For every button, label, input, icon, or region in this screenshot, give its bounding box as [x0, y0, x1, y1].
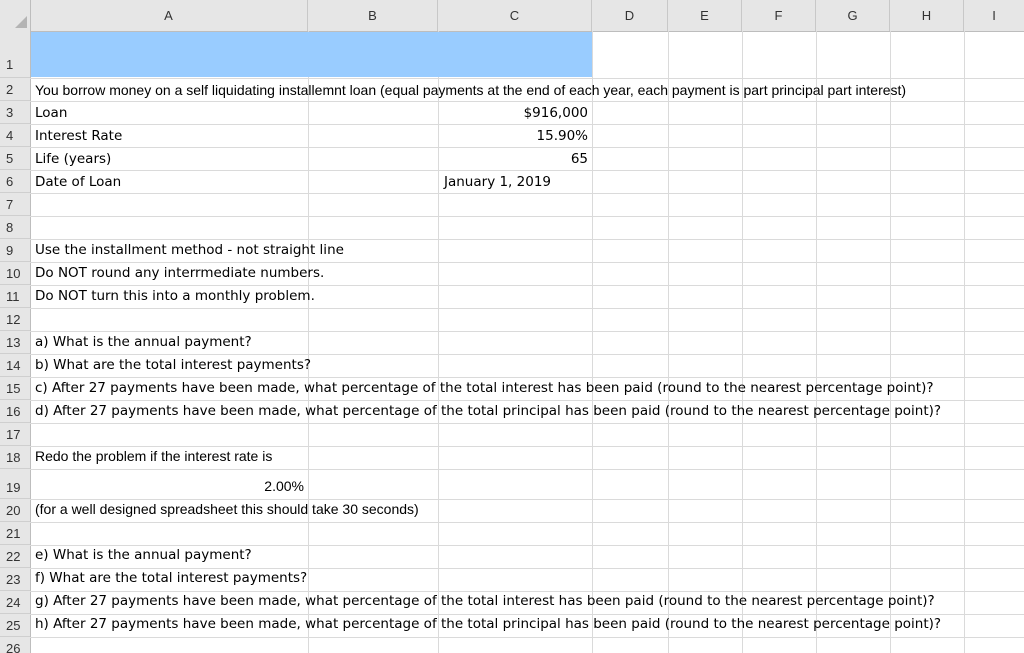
column-header-e[interactable]: E: [668, 0, 742, 31]
gridline: [30, 423, 1024, 424]
row-header-16[interactable]: 16: [0, 400, 30, 423]
row-header-26[interactable]: 26: [0, 637, 30, 653]
row-header-3[interactable]: 3: [0, 101, 30, 124]
cell-a22[interactable]: e) What is the annual payment?: [35, 547, 252, 563]
gridline: [30, 354, 1024, 355]
select-all-corner[interactable]: [0, 0, 31, 31]
row-header-1[interactable]: 1: [0, 31, 30, 78]
gridline: [30, 637, 1024, 638]
row-header-14[interactable]: 14: [0, 354, 30, 377]
cell-a15[interactable]: c) After 27 payments have been made, wha…: [35, 380, 934, 396]
row-header-9[interactable]: 9: [0, 239, 30, 262]
cell-a14[interactable]: b) What are the total interest payments?: [35, 357, 311, 373]
gridline: [30, 285, 1024, 286]
cell-a24[interactable]: g) After 27 payments have been made, wha…: [35, 593, 935, 609]
row-header-4[interactable]: 4: [0, 124, 30, 147]
cell-c6[interactable]: January 1, 2019: [444, 174, 551, 190]
cell-a5[interactable]: Life (years): [35, 151, 111, 167]
row-header-10[interactable]: 10: [0, 262, 30, 285]
gridline: [30, 193, 1024, 194]
column-header-i[interactable]: I: [964, 0, 1024, 31]
gridline: [30, 216, 1024, 217]
row-header-25[interactable]: 25: [0, 614, 30, 637]
cell-a16[interactable]: d) After 27 payments have been made, wha…: [35, 403, 941, 419]
row-header-8[interactable]: 8: [0, 216, 30, 239]
row-header-15[interactable]: 15: [0, 377, 30, 400]
row-header-bar: 1 2 3 4 5 6 7 8 9 10 11 12 13 14 15 16 1…: [0, 31, 31, 653]
column-header-b[interactable]: B: [308, 0, 438, 31]
gridline: [30, 308, 1024, 309]
row-header-12[interactable]: 12: [0, 308, 30, 331]
column-header-c[interactable]: C: [438, 0, 592, 31]
gridline: [30, 499, 1024, 500]
column-header-bar: A B C D E F G H I: [0, 0, 1024, 32]
gridline: [30, 78, 1024, 79]
gridline: [30, 446, 1024, 447]
gridline: [30, 147, 1024, 148]
row-header-11[interactable]: 11: [0, 285, 30, 308]
row-header-6[interactable]: 6: [0, 170, 30, 193]
cell-a9[interactable]: Use the installment method - not straigh…: [35, 242, 344, 258]
row-header-23[interactable]: 23: [0, 568, 30, 591]
gridline: [30, 522, 1024, 523]
cell-a25[interactable]: h) After 27 payments have been made, wha…: [35, 616, 941, 632]
row-header-5[interactable]: 5: [0, 147, 30, 170]
cell-a4[interactable]: Interest Rate: [35, 128, 122, 144]
row-header-24[interactable]: 24: [0, 591, 30, 614]
row-header-2[interactable]: 2: [0, 78, 30, 101]
row-header-22[interactable]: 22: [0, 545, 30, 568]
row-header-21[interactable]: 21: [0, 522, 30, 545]
gridline: [30, 568, 1024, 569]
cell-a23[interactable]: f) What are the total interest payments?: [35, 570, 307, 586]
gridline: [30, 239, 1024, 240]
gridline: [30, 331, 1024, 332]
row-header-18[interactable]: 18: [0, 446, 30, 469]
column-header-a[interactable]: A: [30, 0, 308, 31]
gridline: [30, 614, 1024, 615]
gridline: [30, 469, 1024, 470]
row-header-17[interactable]: 17: [0, 423, 30, 446]
gridline: [30, 591, 1024, 592]
row-header-19[interactable]: 19: [0, 469, 30, 499]
gridline: [30, 124, 1024, 125]
select-all-triangle-icon: [15, 16, 27, 28]
gridline: [30, 170, 1024, 171]
column-header-h[interactable]: H: [890, 0, 964, 31]
row-header-20[interactable]: 20: [0, 499, 30, 522]
cell-a11[interactable]: Do NOT turn this into a monthly problem.: [35, 288, 315, 304]
cell-c3[interactable]: $916,000: [438, 105, 588, 121]
gridline: [30, 377, 1024, 378]
column-header-g[interactable]: G: [816, 0, 890, 31]
highlighted-range-a1-c1[interactable]: [31, 32, 592, 77]
row-header-13[interactable]: 13: [0, 331, 30, 354]
cell-c4[interactable]: 15.90%: [438, 128, 588, 144]
spreadsheet: A B C D E F G H I 1 2 3 4 5 6 7 8 9 10 1…: [0, 0, 1024, 653]
cell-a2[interactable]: You borrow money on a self liquidating i…: [35, 82, 906, 98]
cell-a19[interactable]: 2.00%: [150, 478, 304, 494]
cell-a10[interactable]: Do NOT round any interrmediate numbers.: [35, 265, 324, 281]
cell-a20[interactable]: (for a well designed spreadsheet this sh…: [35, 501, 419, 517]
gridline: [30, 101, 1024, 102]
cell-a3[interactable]: Loan: [35, 105, 67, 121]
cell-a13[interactable]: a) What is the annual payment?: [35, 334, 252, 350]
cell-a18[interactable]: Redo the problem if the interest rate is: [35, 448, 272, 464]
row-header-7[interactable]: 7: [0, 193, 30, 216]
gridline: [30, 545, 1024, 546]
cell-a6[interactable]: Date of Loan: [35, 174, 121, 190]
gridline: [30, 262, 1024, 263]
column-header-d[interactable]: D: [592, 0, 668, 31]
gridline: [30, 400, 1024, 401]
column-header-f[interactable]: F: [742, 0, 816, 31]
cell-c5[interactable]: 65: [438, 151, 588, 167]
